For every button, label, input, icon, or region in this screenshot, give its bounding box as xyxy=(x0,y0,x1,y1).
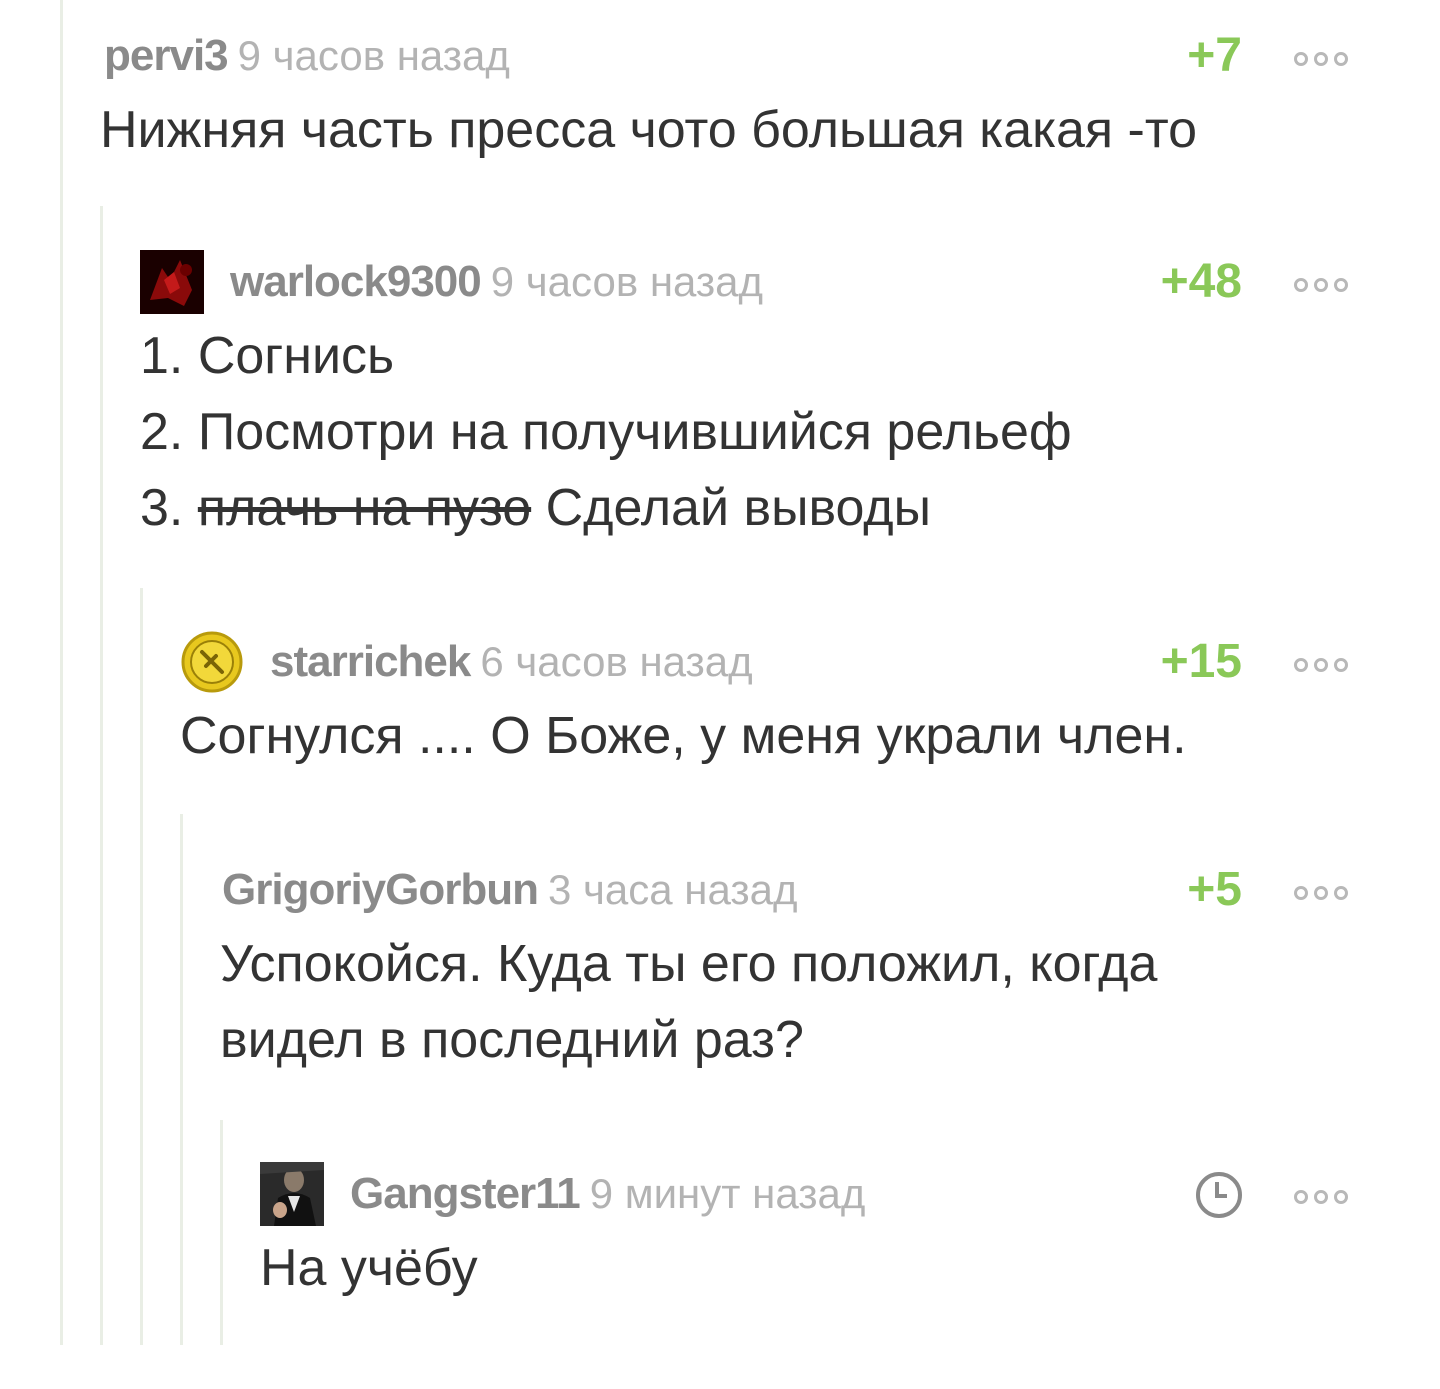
more-options-icon[interactable] xyxy=(1294,658,1348,672)
author-name[interactable]: warlock9300 9 часов назад xyxy=(230,258,763,306)
strikethrough-text: плачь на пузо xyxy=(197,479,532,537)
comment-rating[interactable]: +48 xyxy=(1161,256,1242,308)
comment-text: 1. Согнись 2. Посмотри на получившийся р… xyxy=(140,318,1440,546)
thread-line-level-2 xyxy=(100,206,103,1345)
comment-line: видел в последний раз? xyxy=(220,1011,804,1069)
author-name[interactable]: starrichek 6 часов назад xyxy=(270,638,753,686)
clock-icon xyxy=(1196,1172,1242,1218)
comment-line: На учёбу xyxy=(260,1239,478,1297)
thread-line-level-1 xyxy=(60,0,63,1345)
comment-line: 1. Согнись xyxy=(140,327,395,385)
comment-text: На учёбу xyxy=(260,1230,1440,1306)
comment: pervi3 9 часов назад +7 Нижняя часть прес… xyxy=(100,24,1440,168)
comment: starrichek 6 часов назад +15 Согнулся ...… xyxy=(180,630,1440,774)
comment-time: 6 часов назад xyxy=(480,638,753,685)
author-name[interactable]: GrigoriyGorbun 3 часа назад xyxy=(222,866,798,914)
thread-line-level-3 xyxy=(140,588,143,1345)
comment-time: 9 часов назад xyxy=(490,258,764,305)
comment-rating[interactable]: +7 xyxy=(1187,30,1242,82)
author-name[interactable]: pervi3 9 часов назад xyxy=(104,32,510,80)
more-options-icon[interactable] xyxy=(1294,52,1348,66)
comment-line: 2. Посмотри на получившийся рельеф xyxy=(140,403,1072,461)
comment-header: GrigoriyGorbun 3 часа назад +5 xyxy=(220,858,1440,922)
comment-text: Согнулся .... О Боже, у меня украли член… xyxy=(180,698,1440,774)
comment-rating[interactable]: +15 xyxy=(1161,636,1242,688)
comment-header: pervi3 9 часов назад +7 xyxy=(100,24,1440,88)
comment-header: Gangster11 9 минут назад xyxy=(260,1162,1440,1226)
comment-line: Согнулся .... О Боже, у меня украли член… xyxy=(180,707,1187,765)
comment-text: Успокойся. Куда ты его положил, когда ви… xyxy=(220,926,1440,1078)
comment: warlock9300 9 часов назад +48 1. Согнись … xyxy=(140,250,1440,546)
thread-line-level-4 xyxy=(180,814,183,1345)
thread-line-level-5 xyxy=(220,1120,223,1345)
comment-time: 9 минут назад xyxy=(589,1170,866,1217)
comment-header: starrichek 6 часов назад +15 xyxy=(180,630,1440,694)
author-name[interactable]: Gangster11 9 минут назад xyxy=(350,1170,865,1218)
comment-rating[interactable]: +5 xyxy=(1187,864,1242,916)
comment: Gangster11 9 минут назад На учёбу xyxy=(260,1162,1440,1306)
red-dark-avatar-icon[interactable] xyxy=(140,250,204,314)
more-options-icon[interactable] xyxy=(1294,886,1348,900)
comment-time: 9 часов назад xyxy=(237,32,510,79)
comment-line: Нижняя часть пресса чото большая какая -… xyxy=(100,101,1198,159)
comment-time: 3 часа назад xyxy=(548,866,798,913)
comment-line: 3. плачь на пузо Сделай выводы xyxy=(140,479,931,537)
more-options-icon[interactable] xyxy=(1294,1190,1348,1204)
comment-text: Нижняя часть пресса чото большая какая -… xyxy=(100,92,1440,168)
comment-header: warlock9300 9 часов назад +48 xyxy=(140,250,1440,314)
yellow-badge-avatar-icon[interactable] xyxy=(180,630,244,694)
more-options-icon[interactable] xyxy=(1294,278,1348,292)
comment-line: Успокойся. Куда ты его положил, когда xyxy=(220,935,1158,993)
comment: GrigoriyGorbun 3 часа назад +5 Успокойся.… xyxy=(220,858,1440,1078)
godfather-avatar-icon[interactable] xyxy=(260,1162,324,1226)
